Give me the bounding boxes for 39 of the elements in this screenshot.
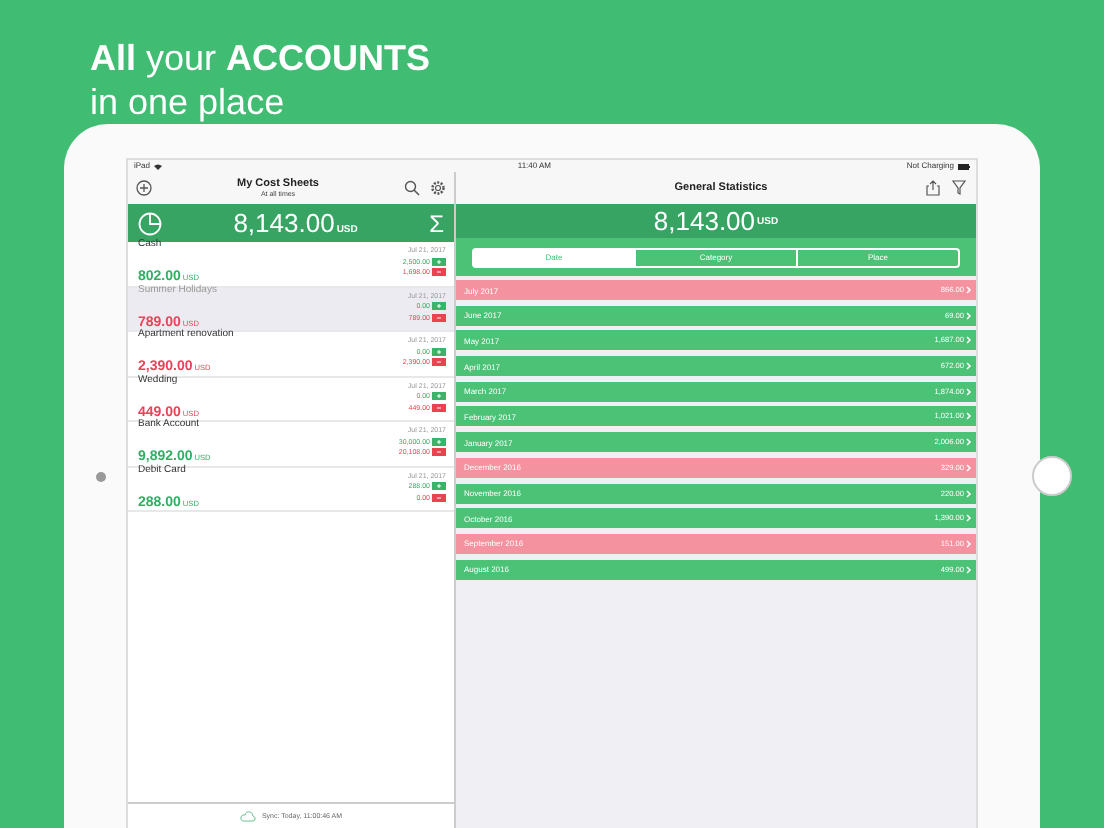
minus-icon[interactable] <box>432 403 446 412</box>
plus-icon[interactable] <box>432 347 446 356</box>
chevron-icon <box>966 311 972 320</box>
share-icon[interactable] <box>926 180 940 196</box>
minus-icon[interactable] <box>432 448 446 457</box>
plus-icon[interactable] <box>432 302 446 311</box>
total-amount: 8,143.00 <box>653 206 756 236</box>
plus-icon[interactable] <box>432 257 446 266</box>
chevron-icon <box>966 565 972 574</box>
chevron-icon <box>966 438 972 447</box>
search-icon[interactable] <box>404 180 420 196</box>
settings-icon[interactable] <box>430 180 446 196</box>
plus-icon[interactable] <box>432 437 446 446</box>
cloud-icon <box>239 810 256 822</box>
chevron-icon <box>966 412 972 421</box>
plus-circle-icon[interactable] <box>136 180 152 196</box>
pie-chart-icon[interactable] <box>138 211 162 235</box>
total-amount: 8,143.00 <box>233 207 335 237</box>
minus-icon[interactable] <box>432 493 446 502</box>
minus-icon[interactable] <box>432 268 446 277</box>
chevron-icon <box>966 463 972 472</box>
sum-button[interactable]: Σ <box>429 209 444 237</box>
filter-icon[interactable] <box>952 180 966 196</box>
chevron-icon <box>966 514 972 523</box>
chevron-icon <box>966 286 972 294</box>
wifi-icon <box>154 163 163 169</box>
headline-text: All your ACCOUNTS <box>90 36 433 80</box>
chevron-icon <box>966 387 972 396</box>
headline-text: in one place <box>90 80 287 124</box>
camera-dot <box>96 472 106 482</box>
chevron-icon <box>966 362 972 371</box>
plus-icon[interactable] <box>432 392 446 401</box>
chevron-icon <box>966 489 972 497</box>
battery-icon <box>957 163 970 169</box>
chevron-icon <box>966 539 972 548</box>
chevron-icon <box>966 336 972 345</box>
minus-icon[interactable] <box>432 313 446 322</box>
minus-icon[interactable] <box>432 358 446 367</box>
plus-icon[interactable] <box>432 482 446 491</box>
